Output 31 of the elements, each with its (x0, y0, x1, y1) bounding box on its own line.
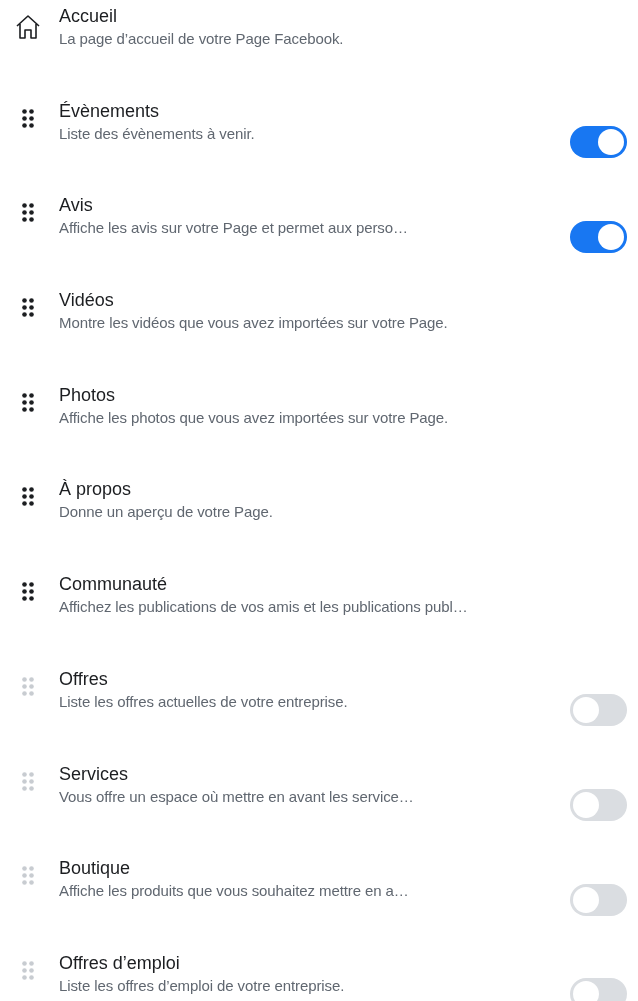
item-description: Liste les offres d’emploi de votre entreprise. (59, 975, 345, 996)
item-description: Affichez les publications de vos amis et les publications publ… (59, 597, 468, 618)
drag-handle-icon[interactable] (22, 298, 34, 318)
item-description: La page d’accueil de votre Page Facebook. (59, 29, 344, 49)
item-title: Vidéos (59, 289, 114, 313)
item-title: Photos (59, 383, 116, 407)
drag-handle-icon[interactable] (22, 108, 34, 128)
item-title: Offres d’emploi (59, 951, 180, 975)
item-description: Liste des évènements à venir. (59, 123, 255, 144)
item-description: Donne un aperçu de votre Page. (59, 502, 273, 523)
item-title: Accueil (59, 5, 118, 28)
toggle-switch[interactable] (570, 220, 627, 253)
toggle-switch[interactable] (570, 126, 627, 159)
home-icon (15, 14, 41, 40)
item-title: Communauté (59, 573, 168, 597)
item-description: Liste les offres actuelles de votre entreprise. (59, 691, 348, 712)
item-title: Évènements (59, 99, 160, 123)
drag-handle-icon[interactable] (22, 487, 34, 507)
item-description: Vous offre un espace où mettre en avant les service… (59, 786, 414, 807)
drag-handle-icon[interactable] (22, 392, 34, 412)
item-title: Avis (59, 194, 93, 218)
item-title: À propos (59, 478, 132, 502)
item-description: Affiche les photos que vous avez importées sur votre Page. (59, 407, 449, 428)
item-title: Boutique (59, 857, 131, 881)
drag-handle-icon[interactable] (22, 203, 34, 223)
item-description: Affiche les avis sur votre Page et permet aux perso… (59, 218, 408, 239)
drag-handle-icon[interactable] (22, 582, 34, 602)
item-title: Services (59, 762, 129, 786)
item-title: Offres (59, 667, 108, 691)
item-description: Affiche les produits que vous souhaitez mettre en a… (59, 881, 409, 902)
item-description: Montre les vidéos que vous avez importées sur votre Page. (59, 313, 448, 334)
